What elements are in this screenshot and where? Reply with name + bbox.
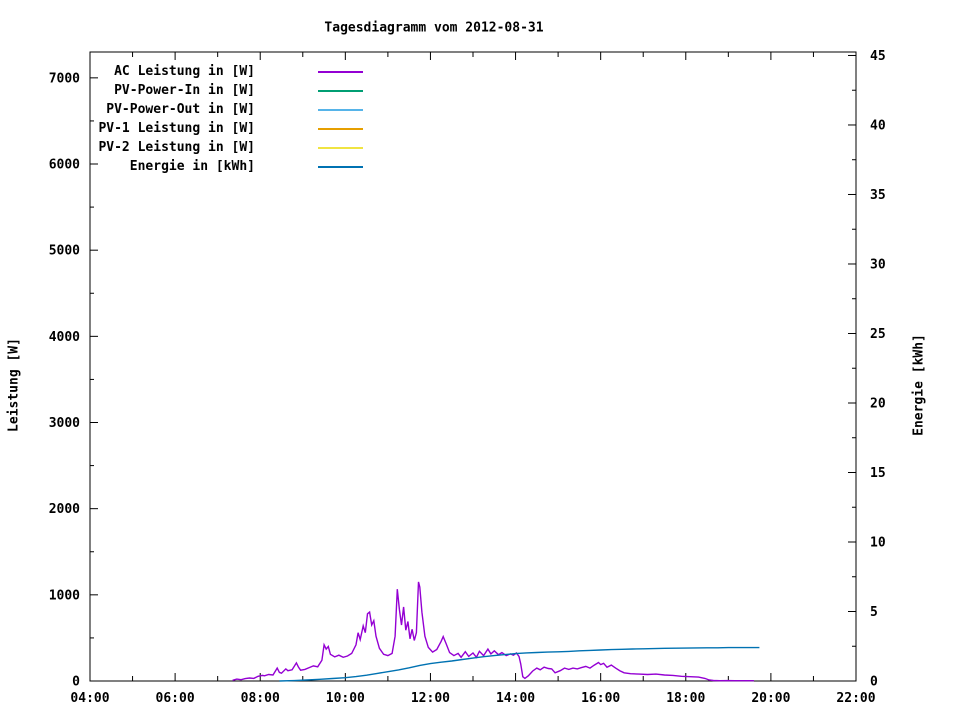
svg-text:1000: 1000 bbox=[49, 588, 80, 603]
svg-text:10: 10 bbox=[870, 535, 886, 550]
y-right-axis-ticks bbox=[848, 54, 856, 682]
legend: AC Leistung in [W] PV-Power-In in [W] PV-P… bbox=[0, 62, 363, 176]
legend-line-sample bbox=[318, 89, 363, 92]
chart-screenshot: 04:00 06:00 08:00 10:00 12:00 14:00 16:00 18:00… bbox=[0, 0, 960, 720]
legend-label: PV-1 Leistung in [W] bbox=[98, 121, 255, 136]
legend-line-sample bbox=[318, 127, 363, 130]
svg-text:2000: 2000 bbox=[49, 502, 80, 517]
legend-item: AC Leistung in [W] bbox=[0, 62, 363, 81]
svg-text:14:00: 14:00 bbox=[496, 691, 535, 706]
legend-label: PV-Power-In in [W] bbox=[114, 83, 255, 98]
svg-text:04:00: 04:00 bbox=[70, 691, 109, 706]
svg-text:4000: 4000 bbox=[49, 330, 80, 345]
svg-text:18:00: 18:00 bbox=[666, 691, 705, 706]
svg-text:15: 15 bbox=[870, 466, 886, 481]
legend-label: Energie in [kWh] bbox=[129, 159, 255, 174]
svg-text:10:00: 10:00 bbox=[326, 691, 365, 706]
legend-label: PV-Power-Out in [W] bbox=[106, 102, 255, 117]
svg-text:3000: 3000 bbox=[49, 416, 80, 431]
svg-text:0: 0 bbox=[870, 675, 878, 690]
y-right-tick-labels: 0 5 10 15 20 25 30 35 40 45 bbox=[870, 49, 886, 690]
svg-text:45: 45 bbox=[870, 49, 886, 64]
x-axis-tick-labels: 04:00 06:00 08:00 10:00 12:00 14:00 16:00 18:00… bbox=[70, 691, 875, 706]
svg-text:5000: 5000 bbox=[49, 244, 80, 259]
series-lines bbox=[232, 581, 760, 682]
svg-text:25: 25 bbox=[870, 327, 886, 342]
legend-item: PV-2 Leistung in [W] bbox=[0, 138, 363, 157]
legend-line-sample bbox=[318, 108, 363, 111]
svg-text:16:00: 16:00 bbox=[581, 691, 620, 706]
legend-item: PV-Power-In in [W] bbox=[0, 81, 363, 100]
legend-label: PV-2 Leistung in [W] bbox=[98, 140, 255, 155]
legend-item: PV-Power-Out in [W] bbox=[0, 100, 363, 119]
svg-text:40: 40 bbox=[870, 118, 886, 133]
legend-item: PV-1 Leistung in [W] bbox=[0, 119, 363, 138]
svg-text:22:00: 22:00 bbox=[836, 691, 875, 706]
svg-text:20: 20 bbox=[870, 396, 886, 411]
legend-line-sample bbox=[318, 165, 363, 168]
legend-line-sample bbox=[318, 146, 363, 149]
series-line-ac-leistung-in-w- bbox=[232, 581, 754, 682]
svg-text:30: 30 bbox=[870, 257, 886, 272]
svg-text:12:00: 12:00 bbox=[411, 691, 450, 706]
legend-item: Energie in [kWh] bbox=[0, 157, 363, 176]
svg-text:5: 5 bbox=[870, 605, 878, 620]
svg-text:06:00: 06:00 bbox=[156, 691, 195, 706]
y-left-axis-title: Leistung [W] bbox=[6, 338, 22, 432]
legend-line-sample bbox=[318, 70, 363, 73]
svg-text:20:00: 20:00 bbox=[751, 691, 790, 706]
svg-text:0: 0 bbox=[72, 675, 80, 690]
chart-title: Tagesdiagramm vom 2012-08-31 bbox=[324, 20, 544, 36]
svg-text:35: 35 bbox=[870, 188, 886, 203]
legend-label: AC Leistung in [W] bbox=[114, 64, 255, 79]
y-right-axis-title: Energie [kWh] bbox=[911, 334, 927, 436]
svg-text:08:00: 08:00 bbox=[241, 691, 280, 706]
